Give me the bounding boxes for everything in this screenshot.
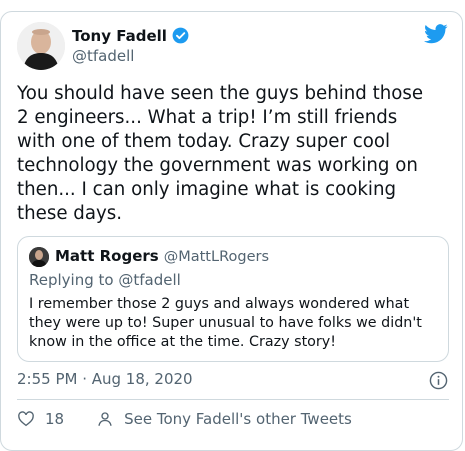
author-name[interactable]: Tony Fadell <box>72 27 167 45</box>
person-icon <box>98 412 112 426</box>
divider <box>17 399 449 400</box>
replying-to-label: Replying to @tfadell <box>29 271 181 289</box>
quoted-author-avatar <box>29 247 49 267</box>
verified-badge-icon <box>172 27 189 44</box>
twitter-bird-icon[interactable] <box>424 24 448 44</box>
quoted-author-handle: @MattLRogers <box>163 249 269 265</box>
tweet-text: You should have seen the guys behind tho… <box>17 83 424 224</box>
see-other-tweets-link[interactable]: See Tony Fadell's other Tweets <box>124 410 352 428</box>
heart-icon[interactable] <box>17 410 35 428</box>
tweet-actions: 18 See Tony Fadell's other Tweets <box>17 410 352 428</box>
tweet-timestamp[interactable]: 2:55 PM · Aug 18, 2020 <box>17 370 193 388</box>
quoted-author-name: Matt Rogers <box>55 247 159 265</box>
info-icon[interactable] <box>429 371 448 390</box>
like-count[interactable]: 18 <box>45 410 64 428</box>
quoted-tweet-text: I remember those 2 guys and always wonde… <box>29 296 422 350</box>
quoted-tweet[interactable]: Matt Rogers @MattLRogers Replying to @tf… <box>17 236 449 362</box>
author-handle[interactable]: @tfadell <box>72 47 134 65</box>
embedded-tweet-card: Tony Fadell @tfadell You should have see… <box>0 11 463 451</box>
author-avatar[interactable] <box>17 22 65 70</box>
